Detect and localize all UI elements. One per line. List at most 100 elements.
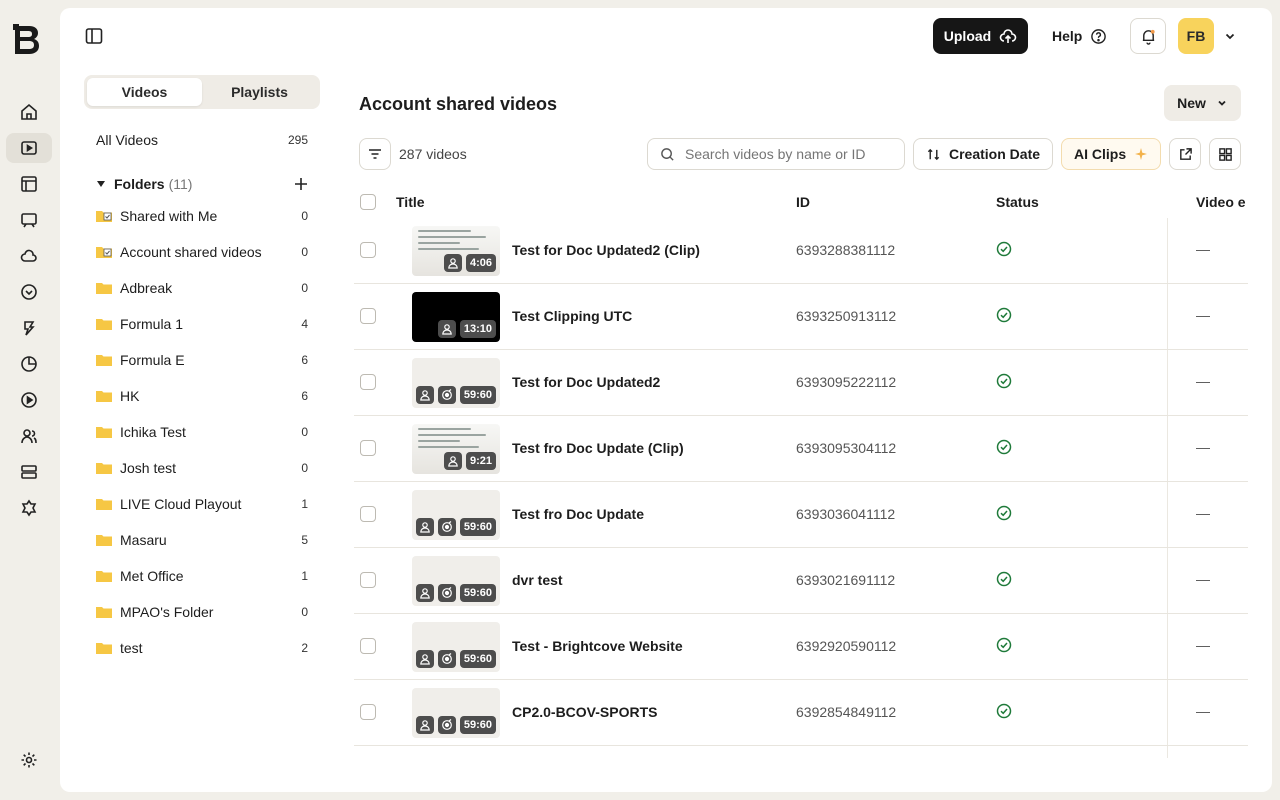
- folder-count: 6: [301, 353, 308, 367]
- video-title[interactable]: CP2.0-BCOV-SPORTS: [512, 704, 657, 720]
- user-icon: [419, 588, 430, 599]
- folder-item[interactable]: MPAO's Folder 0: [96, 600, 308, 624]
- row-checkbox[interactable]: [360, 638, 376, 654]
- row-checkbox[interactable]: [360, 704, 376, 720]
- row-checkbox[interactable]: [360, 572, 376, 588]
- notifications-button[interactable]: [1130, 18, 1166, 54]
- folder-item[interactable]: HK 6: [96, 384, 308, 408]
- table-row[interactable]: 59:60 CP2.0-BCOV-SPORTS 6392854849112 —: [354, 680, 1248, 746]
- duration-badge: 13:10: [459, 320, 496, 338]
- folder-item[interactable]: test 2: [96, 636, 308, 660]
- video-title[interactable]: Test - Brightcove Website: [512, 638, 683, 654]
- table-row[interactable]: 9:21 Test fro Doc Update (Clip) 6393095304…: [354, 416, 1248, 482]
- nav-cloud[interactable]: [6, 241, 52, 271]
- folder-item[interactable]: Met Office 1: [96, 564, 308, 588]
- all-videos-item[interactable]: All Videos 295: [96, 128, 308, 152]
- folder-item[interactable]: Josh test 0: [96, 456, 308, 480]
- video-thumbnail[interactable]: 59:60: [412, 358, 500, 408]
- video-title[interactable]: Test fro Doc Update (Clip): [512, 440, 684, 456]
- nav-storage[interactable]: [6, 457, 52, 487]
- folder-item[interactable]: Formula 1 4: [96, 312, 308, 336]
- folder-icon: [96, 319, 112, 330]
- nav-live[interactable]: [6, 385, 52, 415]
- video-title[interactable]: Test for Doc Updated2: [512, 374, 660, 390]
- video-thumbnail[interactable]: 59:60: [412, 556, 500, 606]
- video-title[interactable]: Test Clipping UTC: [512, 308, 632, 324]
- nav-ai[interactable]: [6, 313, 52, 343]
- search-input[interactable]: [685, 146, 895, 162]
- filter-button[interactable]: [359, 138, 391, 170]
- help-button[interactable]: Help: [1052, 26, 1107, 46]
- video-thumbnail[interactable]: 59:60: [412, 622, 500, 672]
- video-thumbnail[interactable]: 4:06: [412, 226, 500, 276]
- table-row[interactable]: 13:10 Test Clipping UTC 6393250913112 —: [354, 284, 1248, 350]
- folder-item[interactable]: Adbreak 0: [96, 276, 308, 300]
- status-check-icon: [996, 637, 1012, 653]
- column-id[interactable]: ID: [796, 194, 810, 210]
- nav-media[interactable]: [6, 133, 52, 163]
- new-button[interactable]: New: [1164, 85, 1241, 121]
- shared-folder-icon: [96, 247, 112, 258]
- video-id: 6392920590112: [796, 638, 897, 654]
- nav-plugins[interactable]: [6, 493, 52, 523]
- share-button[interactable]: [1169, 138, 1201, 170]
- video-thumbnail[interactable]: 59:60: [412, 688, 500, 738]
- filter-icon: [369, 149, 381, 159]
- ai-clips-button[interactable]: AI Clips: [1061, 138, 1161, 170]
- select-all-checkbox[interactable]: [360, 194, 376, 210]
- live-badge: [437, 386, 456, 404]
- search-box[interactable]: [647, 138, 905, 170]
- column-status[interactable]: Status: [996, 194, 1039, 210]
- folders-header[interactable]: Folders (11): [96, 172, 308, 196]
- row-checkbox[interactable]: [360, 242, 376, 258]
- column-title[interactable]: Title: [396, 194, 425, 210]
- folder-item[interactable]: Ichika Test 0: [96, 420, 308, 444]
- table-row[interactable]: 4:06 Test for Doc Updated2 (Clip) 63932883…: [354, 218, 1248, 284]
- table-row[interactable]: 59:60 dvr test 6393021691112 —: [354, 548, 1248, 614]
- grid-view-button[interactable]: [1209, 138, 1241, 170]
- folder-icon: [96, 391, 112, 402]
- table-row[interactable]: 59:60 Test fro Doc Update 6393036041112 —: [354, 482, 1248, 548]
- folder-item[interactable]: LIVE Cloud Playout 1: [96, 492, 308, 516]
- row-checkbox[interactable]: [360, 506, 376, 522]
- folder-item[interactable]: Account shared videos 0: [96, 240, 308, 264]
- table-row[interactable]: 59:60 Test for Doc Updated2 6393095222112 —: [354, 350, 1248, 416]
- video-thumbnail[interactable]: 13:10: [412, 292, 500, 342]
- table-icon: [21, 176, 37, 192]
- row-checkbox[interactable]: [360, 440, 376, 456]
- video-thumbnail[interactable]: 59:60: [412, 490, 500, 540]
- sort-button[interactable]: Creation Date: [913, 138, 1053, 170]
- user-icon: [441, 324, 452, 335]
- nav-table[interactable]: [6, 169, 52, 199]
- account-menu-toggle[interactable]: [1222, 28, 1238, 44]
- video-thumbnail[interactable]: 9:21: [412, 424, 500, 474]
- video-title[interactable]: Test for Doc Updated2 (Clip): [512, 242, 700, 258]
- video-edited: —: [1196, 571, 1210, 587]
- nav-players[interactable]: [6, 205, 52, 235]
- owner-badge: [415, 716, 434, 734]
- add-folder-icon[interactable]: [294, 177, 308, 191]
- row-checkbox[interactable]: [360, 374, 376, 390]
- brightcove-logo[interactable]: [11, 22, 45, 56]
- sidebar-toggle-button[interactable]: [84, 26, 104, 46]
- row-checkbox[interactable]: [360, 308, 376, 324]
- nav-home[interactable]: [6, 97, 52, 127]
- avatar[interactable]: FB: [1178, 18, 1214, 54]
- folder-item[interactable]: Masaru 5: [96, 528, 308, 552]
- nav-engage[interactable]: [6, 277, 52, 307]
- tab-playlists[interactable]: Playlists: [202, 78, 317, 106]
- video-title[interactable]: Test fro Doc Update: [512, 506, 644, 522]
- column-video-edited[interactable]: Video e: [1196, 194, 1246, 210]
- owner-badge: [444, 254, 462, 272]
- owner-badge: [444, 452, 462, 470]
- grid-icon: [1218, 147, 1232, 161]
- nav-users[interactable]: [6, 421, 52, 451]
- nav-settings[interactable]: [6, 745, 52, 775]
- upload-button[interactable]: Upload: [933, 18, 1028, 54]
- folder-item[interactable]: Shared with Me 0: [96, 204, 308, 228]
- video-title[interactable]: dvr test: [512, 572, 563, 588]
- tab-videos[interactable]: Videos: [87, 78, 202, 106]
- table-row[interactable]: 59:60 Test - Brightcove Website 6392920590…: [354, 614, 1248, 680]
- folder-item[interactable]: Formula E 6: [96, 348, 308, 372]
- nav-analytics[interactable]: [6, 349, 52, 379]
